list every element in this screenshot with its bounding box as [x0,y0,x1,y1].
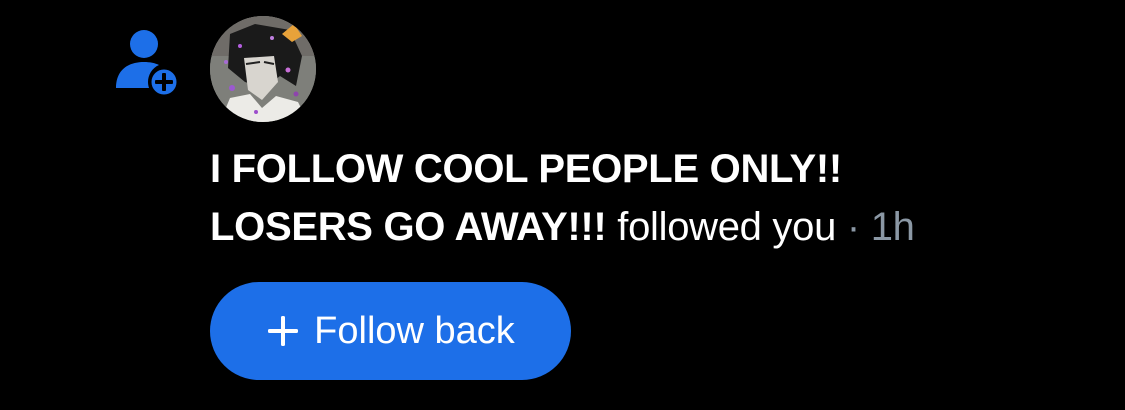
notification-action: followed you [617,205,837,249]
follow-back-button[interactable]: Follow back [210,282,571,380]
follow-back-label: Follow back [314,309,515,352]
plus-icon [268,316,299,346]
avatar[interactable] [210,16,316,122]
notification-text: I FOLLOW COOL PEOPLE ONLY!! LOSERS GO AWA… [210,140,1090,256]
separator-dot: · [846,205,860,249]
user-plus-icon [110,26,180,96]
timestamp: 1h [870,205,915,249]
